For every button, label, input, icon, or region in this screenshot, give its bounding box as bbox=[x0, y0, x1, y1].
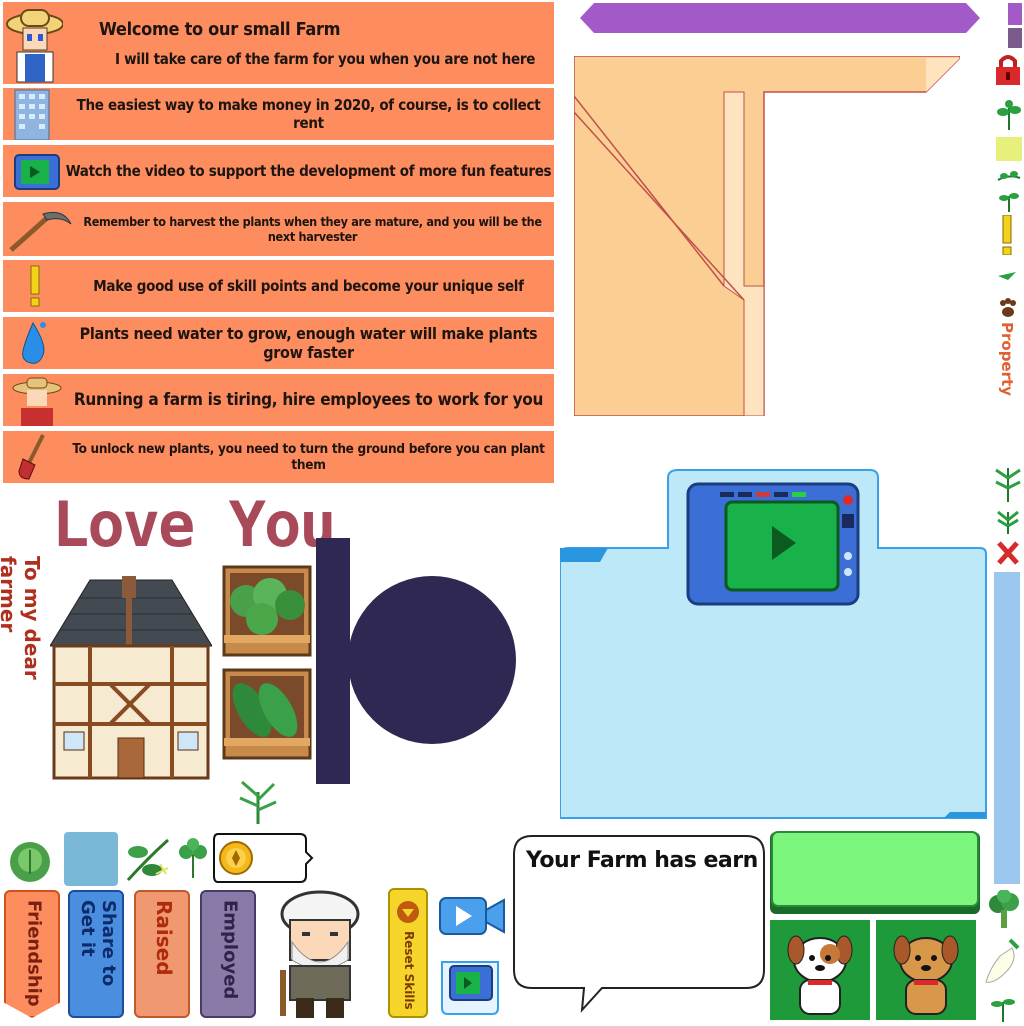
navy-pillar-circle-shape bbox=[316, 538, 518, 784]
herb-plant-icon-1 bbox=[992, 458, 1024, 502]
video-camera-icon[interactable] bbox=[438, 894, 506, 938]
dog-card-white[interactable] bbox=[770, 920, 870, 1020]
cucumber-crate-sprite bbox=[222, 668, 312, 760]
sprout-icon-1 bbox=[996, 166, 1022, 188]
tab-friendship-label: Friendship bbox=[23, 900, 45, 1007]
tab-share-label: Share to Get it bbox=[77, 900, 119, 987]
paw-icon bbox=[998, 298, 1018, 318]
broccoli-icon bbox=[986, 889, 1022, 930]
small-tv-button[interactable] bbox=[438, 958, 502, 1018]
property-label: Property bbox=[998, 322, 1016, 396]
tip-banner-video: Watch the video to support the developme… bbox=[3, 145, 554, 197]
carrot-top-sprite bbox=[234, 776, 282, 824]
tip-harvest-text: Remember to harvest the plants when they… bbox=[83, 214, 542, 244]
old-farmer-sprite bbox=[274, 890, 366, 1020]
wood-frame-sprite bbox=[573, 55, 961, 417]
tip-banner-unlock: To unlock new plants, you need to turn t… bbox=[3, 431, 554, 483]
sprout-icon-2 bbox=[996, 190, 1022, 212]
welcome-subtitle: I will take care of the farm for you whe… bbox=[115, 49, 536, 68]
building-icon bbox=[3, 88, 63, 141]
yellow-square-icon bbox=[996, 137, 1022, 161]
leaf-small-icon bbox=[996, 266, 1018, 284]
tab-friendship[interactable]: Friendship bbox=[4, 890, 60, 1018]
sickle-icon bbox=[3, 202, 72, 256]
dog-card-brown[interactable] bbox=[876, 920, 976, 1020]
farmer-girl-icon bbox=[3, 2, 64, 84]
tab-raised-label: Raised bbox=[152, 900, 176, 976]
green-progress-panel bbox=[768, 830, 982, 916]
tab-share[interactable]: Share to Get it bbox=[68, 890, 124, 1018]
reset-skills-button[interactable]: Reset Skills bbox=[388, 888, 428, 1018]
tab-employed[interactable]: Employed bbox=[200, 890, 256, 1018]
gold-coin-icon bbox=[218, 840, 254, 876]
love-you-title: Love You bbox=[52, 488, 337, 561]
tip-banner-employees: Running a farm is tiring, hire employees… bbox=[3, 374, 554, 426]
cabbage-crate-sprite bbox=[222, 565, 312, 657]
tv-icon bbox=[3, 145, 63, 197]
tip-banner-rent: The easiest way to make money in 2020, o… bbox=[3, 88, 554, 141]
dark-purple-square-icon bbox=[1008, 28, 1022, 48]
green-leaves-icon bbox=[996, 100, 1022, 130]
welcome-title: Welcome to our small Farm bbox=[99, 18, 341, 40]
purple-square-icon bbox=[1008, 3, 1022, 25]
tab-raised[interactable]: Raised bbox=[134, 890, 190, 1018]
tip-banner-water: Plants need water to grow, enough water … bbox=[3, 317, 554, 369]
dear-farmer-label: To my dear farmer bbox=[0, 556, 44, 680]
tip-video-text: Watch the video to support the developme… bbox=[65, 162, 552, 180]
pea-plant-icon bbox=[122, 834, 174, 884]
tip-banner-skills: Make good use of skill points and become… bbox=[3, 260, 554, 312]
herb-plant-icon-2 bbox=[994, 506, 1022, 534]
reset-skills-label: Reset Skills bbox=[402, 930, 416, 1010]
tip-skills-text: Make good use of skill points and become… bbox=[93, 277, 524, 295]
earnings-title: Your Farm has earn bbox=[526, 848, 758, 873]
tip-banner-welcome: Welcome to our small Farm I will take ca… bbox=[3, 2, 554, 84]
padlock-icon bbox=[994, 53, 1022, 85]
radish-icon bbox=[982, 938, 1022, 988]
tip-rent-text: The easiest way to make money in 2020, o… bbox=[76, 96, 541, 132]
farmhouse-sprite bbox=[49, 574, 213, 782]
seedling-icon bbox=[990, 992, 1016, 1022]
shovel-icon bbox=[3, 431, 63, 483]
tv-video-icon[interactable] bbox=[686, 480, 860, 608]
tab-employed-label: Employed bbox=[219, 900, 241, 1000]
chevron-down-icon bbox=[396, 900, 420, 924]
water-drop-icon bbox=[3, 317, 63, 369]
close-icon[interactable] bbox=[996, 540, 1020, 566]
purple-banner-bar bbox=[580, 3, 980, 33]
blue-scrollbar[interactable] bbox=[994, 572, 1020, 884]
exclamation-small-icon bbox=[1000, 214, 1014, 256]
tip-banner-harvest: Remember to harvest the plants when they… bbox=[3, 202, 554, 256]
clover-plant-icon bbox=[176, 838, 210, 878]
exclamation-icon bbox=[3, 260, 63, 312]
tip-water-text: Plants need water to grow, enough water … bbox=[79, 324, 538, 362]
tip-unlock-text: To unlock new plants, you need to turn t… bbox=[72, 441, 545, 473]
blue-square-tile bbox=[64, 832, 118, 886]
tip-employees-text: Running a farm is tiring, hire employees… bbox=[73, 390, 544, 410]
lettuce-icon bbox=[6, 836, 54, 884]
farmer-boy-icon bbox=[3, 374, 63, 426]
